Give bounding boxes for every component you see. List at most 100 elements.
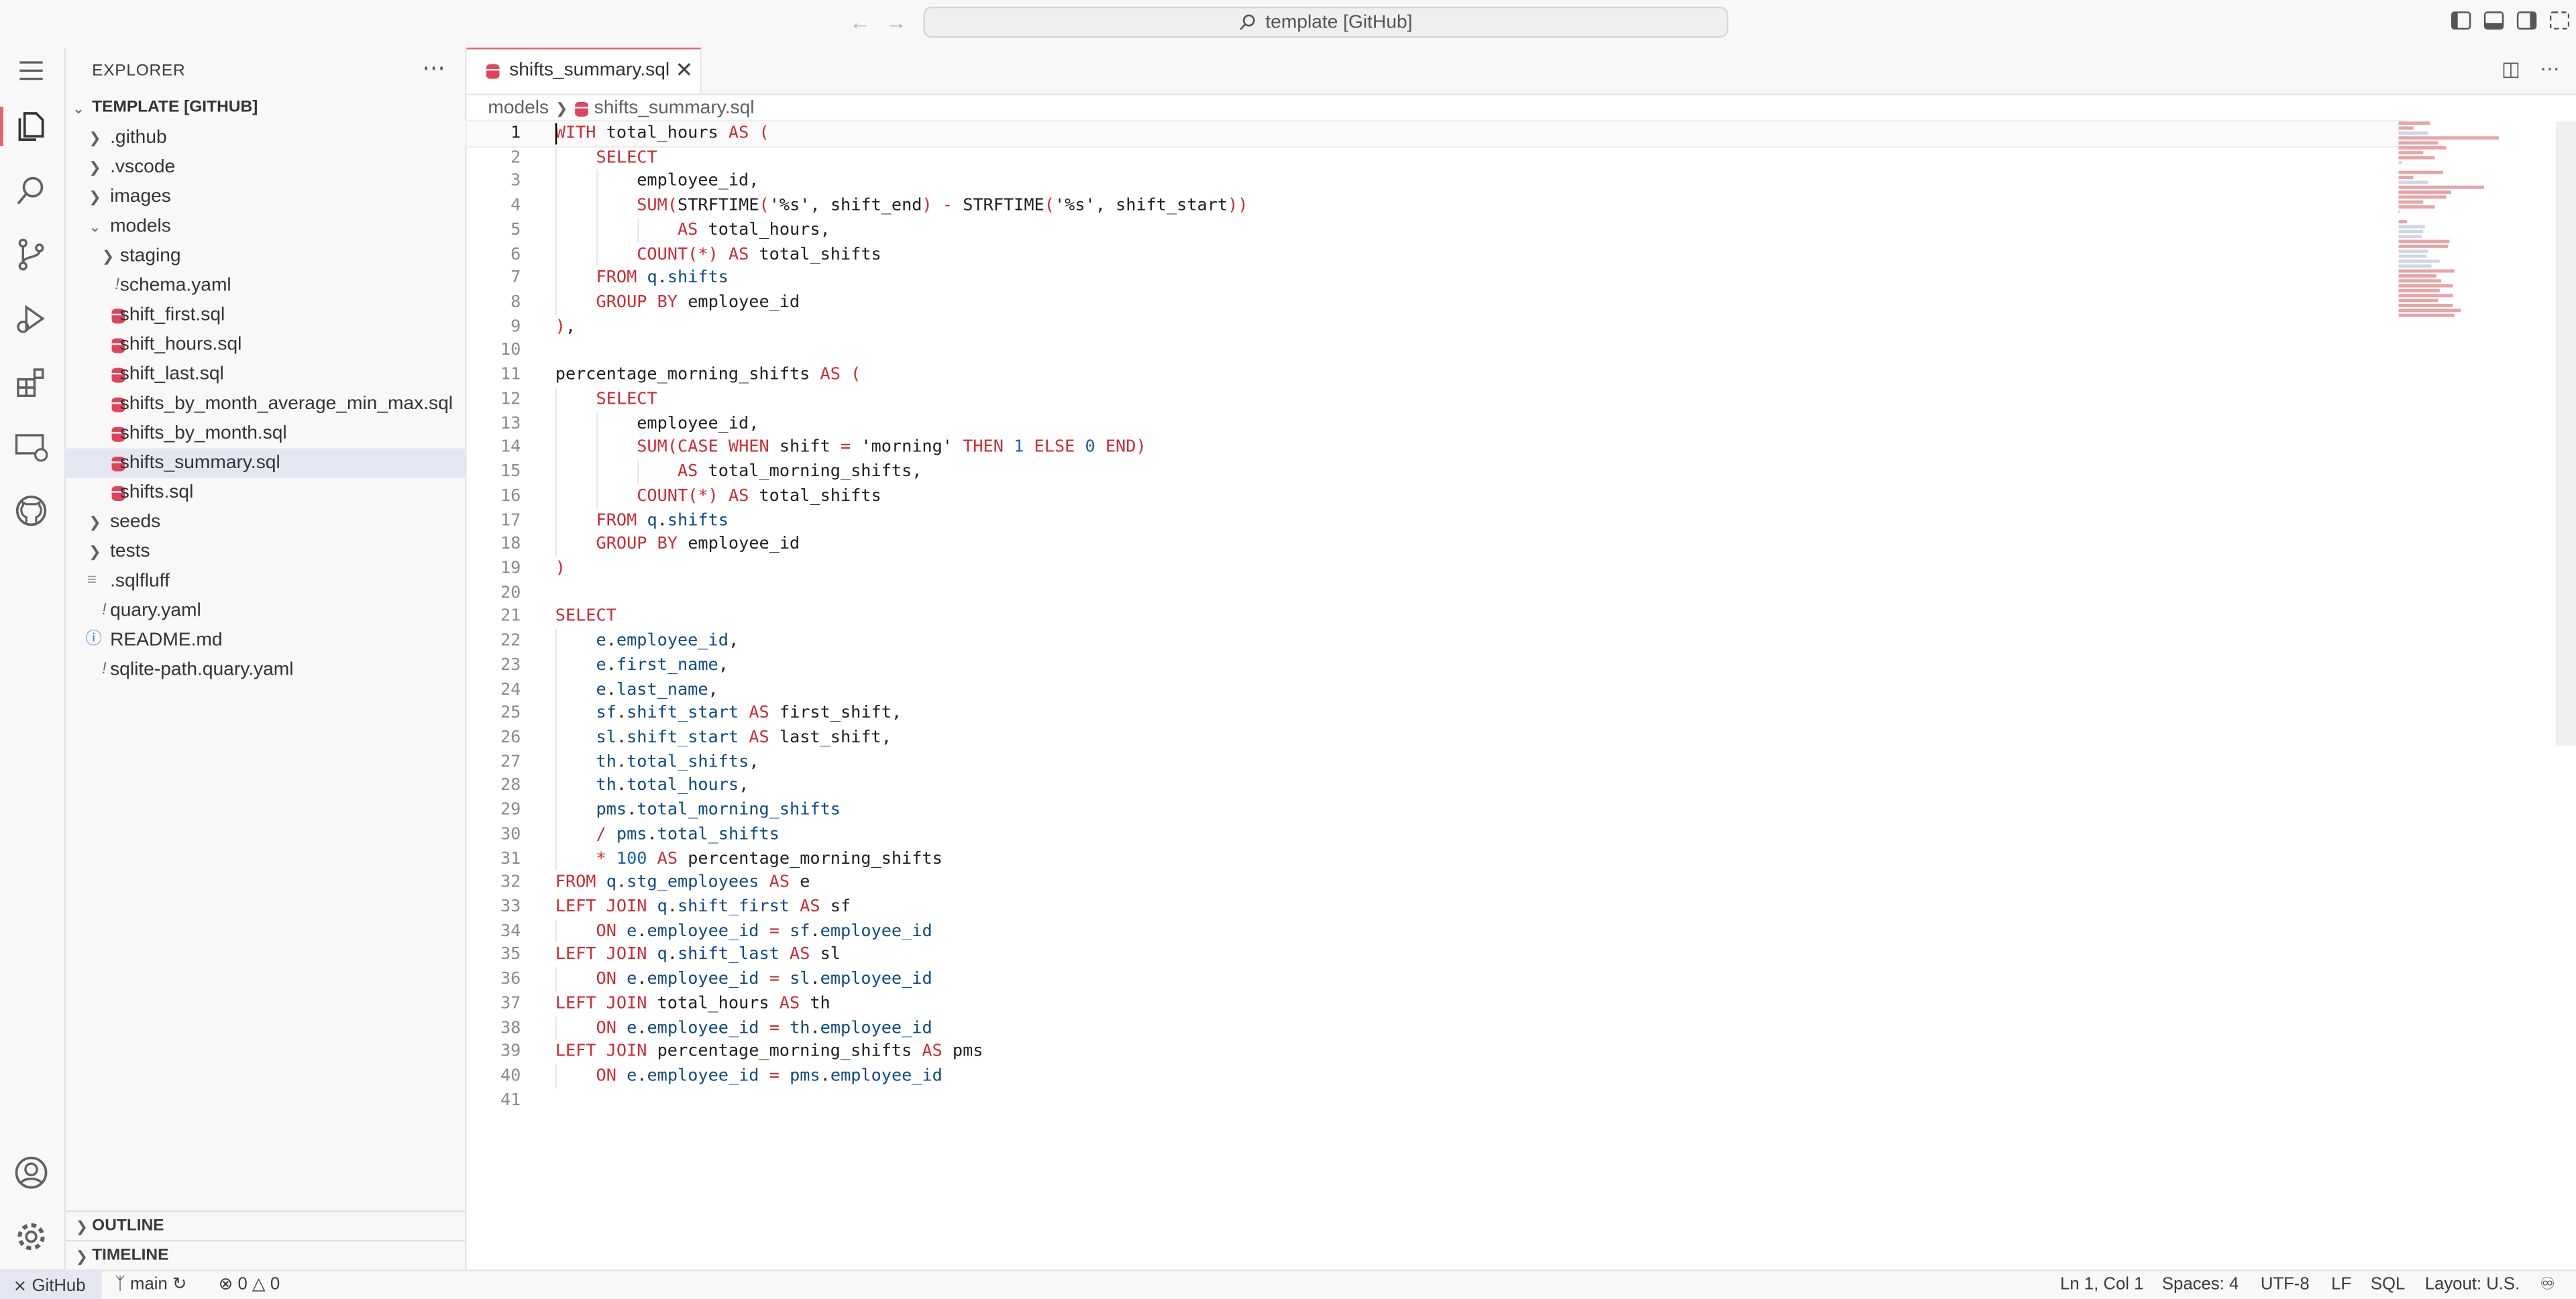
- tree-item[interactable]: ! schema.yaml: [66, 271, 465, 300]
- more-actions-icon[interactable]: ⋯: [422, 54, 445, 82]
- tree-item[interactable]: ≡ .sqlfluff: [66, 567, 465, 596]
- code-line[interactable]: 7 FROM q.shifts: [467, 266, 2406, 291]
- tree-item[interactable]: ❯ .github: [66, 123, 465, 153]
- code-line[interactable]: 1 WITH total_hours AS (: [465, 119, 2407, 148]
- remote-explorer-icon[interactable]: [11, 427, 51, 467]
- tree-item[interactable]: shift_hours.sql: [66, 330, 465, 359]
- code-line[interactable]: 11 percentage_morning_shifts AS (: [467, 363, 2406, 388]
- code-line[interactable]: 34 ON e.employee_id = sf.employee_id: [467, 919, 2406, 944]
- github-icon[interactable]: [11, 491, 51, 530]
- tree-item[interactable]: ⓘ README.md: [66, 626, 465, 655]
- close-icon[interactable]: ✕: [676, 58, 694, 84]
- tree-item[interactable]: ! quary.yaml: [66, 596, 465, 626]
- code-line[interactable]: 5 AS total_hours,: [467, 218, 2406, 243]
- bell-icon[interactable]: ♾: [2540, 1274, 2555, 1294]
- code-line[interactable]: 38 ON e.employee_id = th.employee_id: [467, 1015, 2406, 1040]
- tree-item[interactable]: ❯ images: [66, 182, 465, 212]
- language-mode[interactable]: SQL: [2371, 1274, 2405, 1294]
- editor-scrollbar[interactable]: [2556, 121, 2576, 746]
- code-line[interactable]: 26 sl.shift_start AS last_shift,: [467, 726, 2406, 750]
- branch-indicator[interactable]: ᛉ main ↻: [115, 1274, 186, 1294]
- tree-item[interactable]: shift_last.sql: [66, 359, 465, 389]
- customize-layout-icon[interactable]: [2549, 11, 2570, 30]
- tree-item[interactable]: ❯ .vscode: [66, 153, 465, 182]
- code-line[interactable]: 8 GROUP BY employee_id: [467, 290, 2406, 315]
- more-actions-icon[interactable]: ⋯: [2540, 58, 2559, 80]
- code-line[interactable]: 33 LEFT JOIN q.shift_first AS sf: [467, 895, 2406, 919]
- code-line[interactable]: 27 th.total_shifts,: [467, 750, 2406, 775]
- tree-item[interactable]: ⌄ models: [66, 212, 465, 241]
- code-line[interactable]: 20: [467, 581, 2406, 605]
- explorer-icon[interactable]: [11, 107, 51, 146]
- tree-item[interactable]: ! sqlite-path.quary.yaml: [66, 655, 465, 685]
- keyboard-layout[interactable]: Layout: U.S.: [2425, 1274, 2520, 1294]
- indentation[interactable]: Spaces: 4: [2162, 1274, 2239, 1294]
- breadcrumb-folder[interactable]: models: [488, 99, 549, 118]
- code-line[interactable]: 40 ON e.employee_id = pms.employee_id: [467, 1064, 2406, 1089]
- search-icon[interactable]: [11, 171, 51, 211]
- timeline-section[interactable]: ❯ TIMELINE: [65, 1239, 466, 1272]
- code-line[interactable]: 19): [467, 557, 2406, 581]
- tree-item[interactable]: ❯ staging: [66, 241, 465, 271]
- tree-item[interactable]: shifts_by_month_average_min_max.sql: [66, 389, 465, 418]
- code-line[interactable]: 36 ON e.employee_id = sl.employee_id: [467, 967, 2406, 992]
- code-line[interactable]: 32 FROM q.stg_employees AS e: [467, 871, 2406, 895]
- workspace-root[interactable]: ⌄ TEMPLATE [GITHUB]: [66, 94, 465, 123]
- code-line[interactable]: 21 SELECT: [467, 605, 2406, 629]
- tree-item[interactable]: shifts_summary.sql: [65, 448, 466, 478]
- code-line[interactable]: 39 LEFT JOIN percentage_morning_shifts AS…: [467, 1040, 2406, 1064]
- tree-item[interactable]: shifts.sql: [66, 478, 465, 508]
- code-line[interactable]: 29 pms.total_morning_shifts: [467, 798, 2406, 823]
- remote-indicator[interactable]: ⨯ GitHub: [0, 1271, 102, 1299]
- problems-indicator[interactable]: ⊗ 0 △ 0: [219, 1274, 280, 1294]
- code-line[interactable]: 13 employee_id,: [467, 411, 2406, 436]
- code-line[interactable]: 12 SELECT: [467, 387, 2406, 412]
- code-line[interactable]: 28 th.total_hours,: [467, 774, 2406, 799]
- code-line[interactable]: 4 SUM(STRFTIME('%s', shift_end) - STRFTI…: [467, 194, 2406, 219]
- code-line[interactable]: 37 LEFT JOIN total_hours AS th: [467, 992, 2406, 1016]
- run-debug-icon[interactable]: [11, 299, 51, 339]
- code-line[interactable]: 10: [467, 339, 2406, 363]
- tree-item[interactable]: ❯ tests: [66, 537, 465, 567]
- code-editor[interactable]: 1 WITH total_hours AS (2 SELECT 3 employee…: [465, 119, 2407, 1113]
- code-line[interactable]: 6 COUNT(*) AS total_shifts: [467, 242, 2406, 267]
- source-control-icon[interactable]: [11, 235, 51, 274]
- split-editor-icon[interactable]: ◫: [2502, 58, 2520, 80]
- code-line[interactable]: 25 sf.shift_start AS first_shift,: [467, 701, 2406, 726]
- outline-section[interactable]: ❯ OUTLINE: [65, 1210, 466, 1242]
- code-line[interactable]: 9),: [467, 315, 2406, 339]
- code-line[interactable]: 41: [467, 1088, 2406, 1113]
- accounts-icon[interactable]: [11, 1153, 51, 1192]
- code-line[interactable]: 17 FROM q.shifts: [467, 508, 2406, 533]
- code-line[interactable]: 23 e.first_name,: [467, 653, 2406, 678]
- command-center[interactable]: template [GitHub]: [923, 6, 1729, 38]
- code-line[interactable]: 30 / pms.total_shifts: [467, 822, 2406, 847]
- code-line[interactable]: 14 SUM(CASE WHEN shift = 'morning' THEN …: [467, 435, 2406, 460]
- extensions-icon[interactable]: [11, 363, 51, 402]
- arrow-right-icon[interactable]: →: [885, 10, 907, 35]
- code-line[interactable]: 18 GROUP BY employee_id: [467, 532, 2406, 557]
- toggle-secondary-sidebar-icon[interactable]: [2516, 11, 2537, 30]
- tree-item[interactable]: shifts_by_month.sql: [66, 418, 465, 448]
- tree-item[interactable]: shift_first.sql: [66, 300, 465, 330]
- toggle-primary-sidebar-icon[interactable]: [2451, 11, 2471, 30]
- cursor-position[interactable]: Ln 1, Col 1: [2060, 1274, 2143, 1294]
- breadcrumb-file[interactable]: shifts_summary.sql: [594, 99, 755, 118]
- code-line[interactable]: 16 COUNT(*) AS total_shifts: [467, 484, 2406, 508]
- encoding[interactable]: UTF-8: [2261, 1274, 2310, 1294]
- arrow-left-icon[interactable]: ←: [849, 10, 871, 35]
- toggle-panel-icon[interactable]: [2483, 11, 2504, 30]
- code-line[interactable]: 22 e.employee_id,: [467, 629, 2406, 654]
- end-of-line[interactable]: LF: [2331, 1274, 2351, 1294]
- minimap[interactable]: [2398, 121, 2540, 317]
- code-line[interactable]: 24 e.last_name,: [467, 677, 2406, 702]
- code-line[interactable]: 35 LEFT JOIN q.shift_last AS sl: [467, 944, 2406, 968]
- tab-shifts-summary[interactable]: shifts_summary.sql ✕: [466, 48, 702, 94]
- settings-gear-icon[interactable]: [11, 1217, 51, 1257]
- code-line[interactable]: 31 * 100 AS percentage_morning_shifts: [467, 846, 2406, 871]
- tree-item[interactable]: ❯ seeds: [66, 508, 465, 537]
- menu-icon[interactable]: [11, 51, 51, 91]
- code-line[interactable]: 15 AS total_morning_shifts,: [467, 459, 2406, 484]
- code-line[interactable]: 2 SELECT: [467, 146, 2406, 170]
- code-line[interactable]: 3 employee_id,: [467, 170, 2406, 194]
